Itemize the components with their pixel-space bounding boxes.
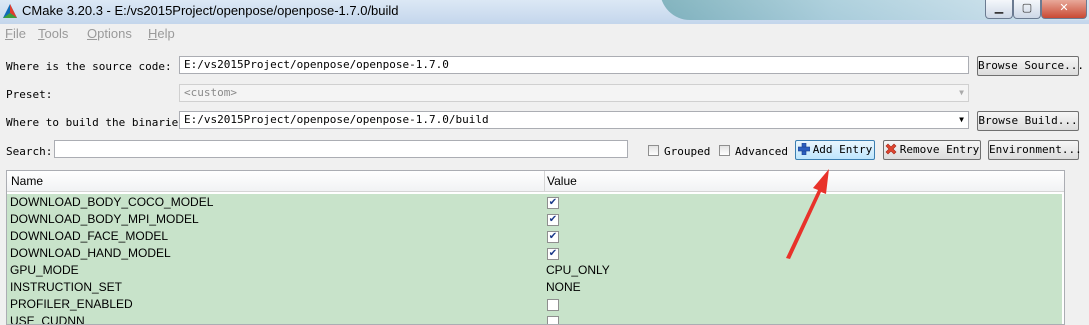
annotation-arrow bbox=[786, 169, 829, 259]
